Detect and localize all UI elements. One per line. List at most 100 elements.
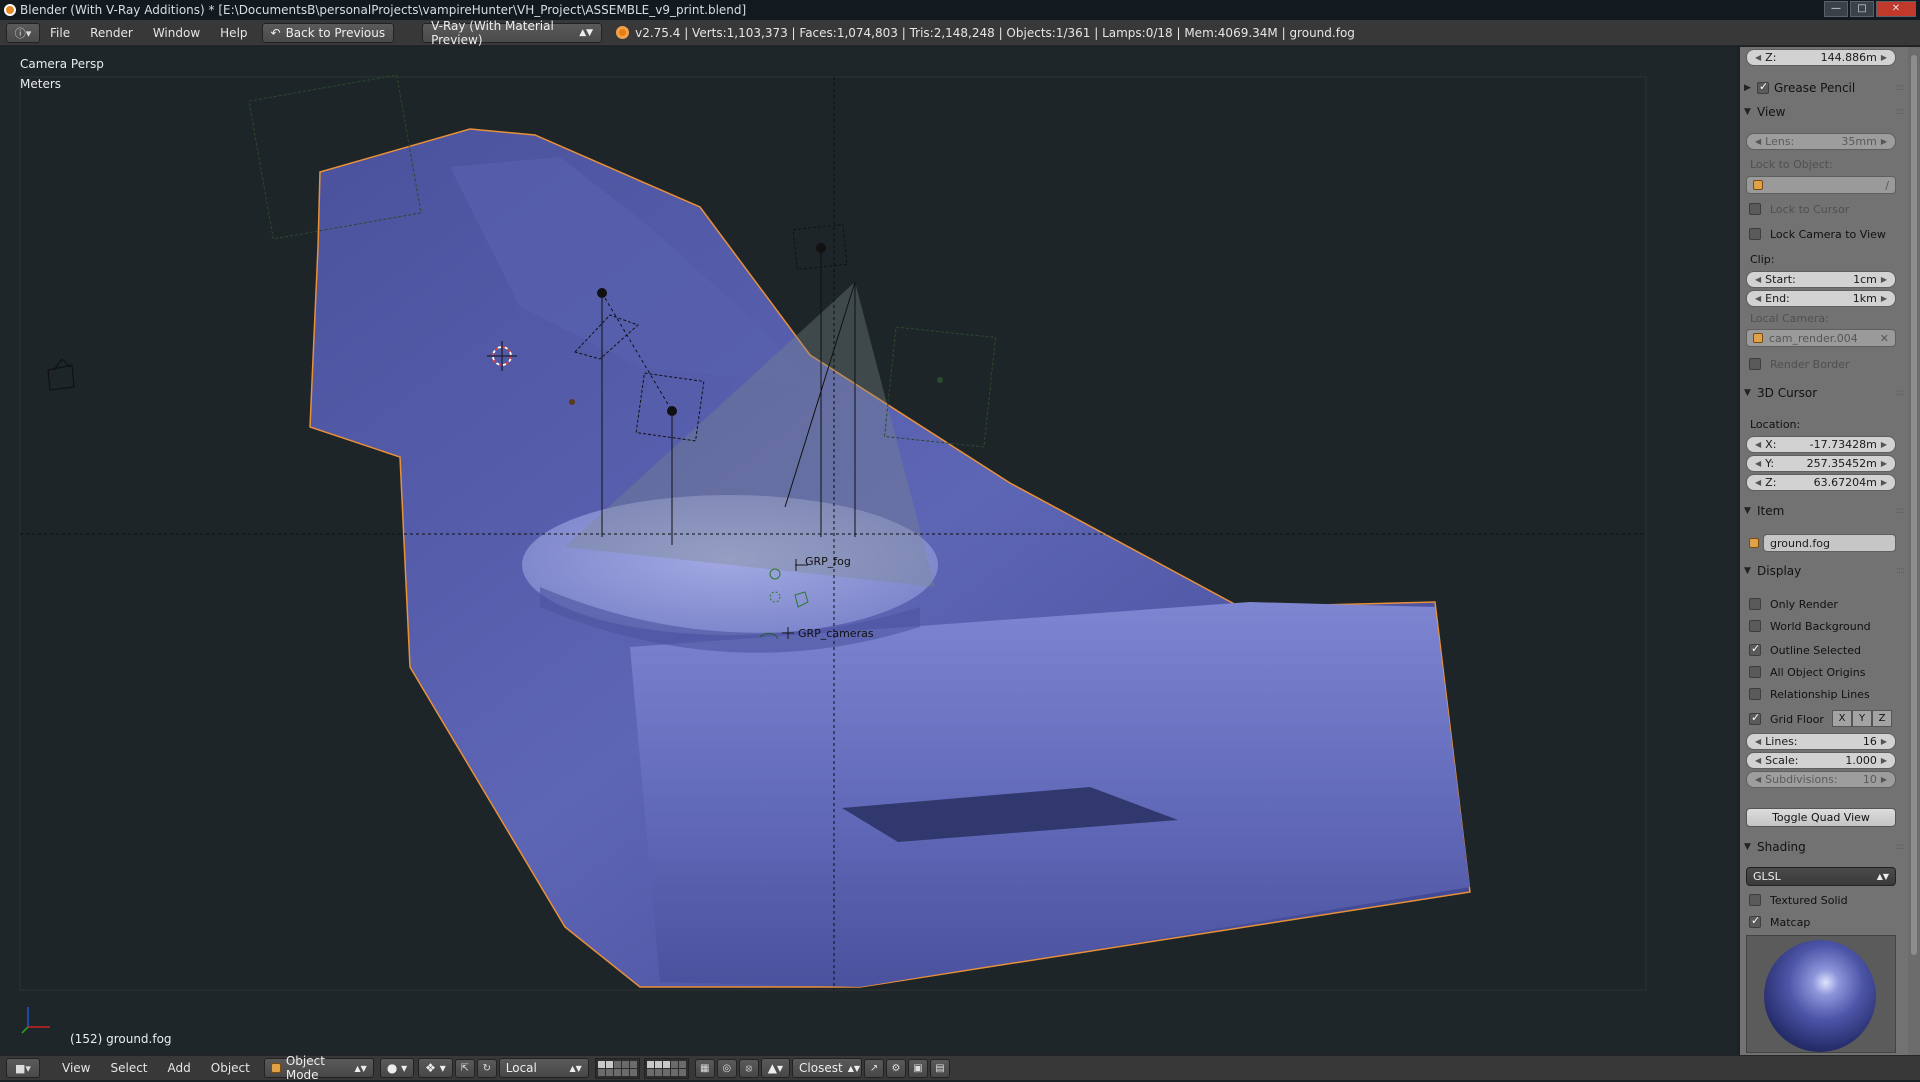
section-3d-cursor[interactable]: ▼ 3D Cursor :::: <box>1744 383 1905 403</box>
layer-button[interactable] <box>597 1060 605 1068</box>
drag-grip-icon[interactable]: :::: <box>1896 83 1905 93</box>
all-object-origins-checkbox[interactable] <box>1749 666 1761 678</box>
lock-to-cursor-row[interactable]: Lock to Cursor <box>1749 201 1849 217</box>
render-engine-select[interactable]: V-Ray (With Material Preview) ▲▼ <box>422 19 603 47</box>
cursor-y-field[interactable]: ◀ Y: 257.35452m ▶ <box>1746 455 1896 472</box>
layer-button[interactable] <box>670 1060 678 1068</box>
layer-button[interactable] <box>662 1068 670 1076</box>
layer-button[interactable] <box>670 1068 678 1076</box>
3d-viewport[interactable]: Camera Persp Meters GRP_fog GRP_cameras … <box>0 47 1737 1055</box>
textured-solid-row[interactable]: Textured Solid <box>1749 892 1848 908</box>
all-object-origins-row[interactable]: All Object Origins <box>1749 664 1865 680</box>
only-render-row[interactable]: Only Render <box>1749 596 1838 612</box>
editor-type-selector[interactable]: ⓘ▾ <box>6 22 40 43</box>
menu-help[interactable]: Help <box>210 20 257 46</box>
layer-button[interactable] <box>654 1068 662 1076</box>
opengl-render-button[interactable]: ▣ <box>908 1058 929 1078</box>
layer-button[interactable] <box>678 1060 686 1068</box>
snap-project-button[interactable]: ⚙ <box>886 1058 907 1078</box>
item-name-field[interactable]: ground.fog <box>1763 534 1896 552</box>
layer-buttons-1[interactable] <box>594 1057 640 1079</box>
layer-button[interactable] <box>646 1060 654 1068</box>
clip-end-field[interactable]: ◀ End: 1km ▶ <box>1746 290 1896 307</box>
render-layer-button[interactable]: ▦ <box>694 1058 715 1078</box>
drag-grip-icon[interactable]: :::: <box>1896 506 1905 516</box>
relationship-lines-row[interactable]: Relationship Lines <box>1749 686 1870 702</box>
local-camera-field[interactable]: cam_render.004 ✕ <box>1746 329 1896 347</box>
close-button[interactable]: ✕ <box>1876 1 1916 17</box>
lens-field[interactable]: ◀ Lens: 35mm ▶ <box>1746 133 1896 150</box>
manipulator-toggle[interactable]: ⇱ <box>454 1058 475 1078</box>
only-render-checkbox[interactable] <box>1749 598 1761 610</box>
viewport-shading-selector[interactable]: ● ▾ <box>379 1058 415 1078</box>
render-border-checkbox[interactable] <box>1749 358 1761 370</box>
snap-toggle-button[interactable]: ⦻ <box>738 1058 759 1078</box>
layer-button[interactable] <box>629 1060 637 1068</box>
menu-object[interactable]: Object <box>201 1055 260 1081</box>
layer-button[interactable] <box>597 1068 605 1076</box>
minimize-button[interactable]: — <box>1824 1 1848 17</box>
grid-subdivisions-field[interactable]: ◀ Subdivisions: 10 ▶ <box>1746 771 1896 788</box>
menu-select[interactable]: Select <box>100 1055 157 1081</box>
grid-floor-row[interactable]: Grid Floor <box>1749 711 1824 727</box>
relationship-lines-checkbox[interactable] <box>1749 688 1761 700</box>
grid-lines-field[interactable]: ◀ Lines: 16 ▶ <box>1746 733 1896 750</box>
layer-button[interactable] <box>646 1068 654 1076</box>
section-item[interactable]: ▼ Item :::: <box>1744 501 1905 521</box>
layer-button[interactable] <box>621 1060 629 1068</box>
transform-orientation-icon-button[interactable]: ↻ <box>476 1058 497 1078</box>
layer-button[interactable] <box>605 1068 613 1076</box>
textured-solid-checkbox[interactable] <box>1749 894 1761 906</box>
layer-button[interactable] <box>629 1068 637 1076</box>
drag-grip-icon[interactable]: :::: <box>1896 842 1905 852</box>
grid-scale-field[interactable]: ◀ Scale: 1.000 ▶ <box>1746 752 1896 769</box>
menu-view[interactable]: View <box>52 1055 100 1081</box>
outline-selected-row[interactable]: Outline Selected <box>1749 642 1861 658</box>
mode-selector[interactable]: Object Mode ▲▼ <box>263 1054 374 1082</box>
cursor-z-field-2[interactable]: ◀ Z: 63.67204m ▶ <box>1746 474 1896 491</box>
world-background-checkbox[interactable] <box>1749 620 1761 632</box>
drag-grip-icon[interactable]: :::: <box>1896 388 1905 398</box>
shading-mode-dropdown[interactable]: GLSL ▲▼ <box>1746 867 1896 886</box>
matcap-preview[interactable] <box>1746 935 1896 1053</box>
proportional-edit-button[interactable]: ◎ <box>716 1058 737 1078</box>
section-display[interactable]: ▼ Display :::: <box>1744 561 1905 581</box>
matcap-checkbox[interactable] <box>1749 914 1761 928</box>
axis-x-toggle[interactable]: X <box>1832 710 1852 727</box>
snap-target-selector[interactable]: Closest ▲▼ <box>792 1058 863 1078</box>
editor-type-selector-3d[interactable]: ■▾ <box>6 1058 40 1078</box>
layer-button[interactable] <box>613 1068 621 1076</box>
opengl-animation-button[interactable]: ▤ <box>930 1058 951 1078</box>
axis-z-toggle[interactable]: Z <box>1872 710 1892 727</box>
snap-element-selector[interactable]: ▲▾ <box>760 1058 791 1078</box>
layer-buttons-2[interactable] <box>643 1057 689 1079</box>
render-border-row[interactable]: Render Border <box>1749 356 1850 372</box>
menu-render[interactable]: Render <box>80 20 143 46</box>
snap-align-rotation-button[interactable]: ↗ <box>864 1058 885 1078</box>
drag-grip-icon[interactable]: :::: <box>1896 566 1905 576</box>
axis-y-toggle[interactable]: Y <box>1852 710 1872 727</box>
toggle-quad-view-button[interactable]: Toggle Quad View <box>1746 808 1896 827</box>
matcap-row[interactable]: Matcap <box>1749 914 1810 930</box>
eyedropper-icon[interactable]: ∕ <box>1885 179 1889 192</box>
lock-camera-to-view-row[interactable]: Lock Camera to View <box>1749 226 1886 242</box>
scrollbar-thumb[interactable] <box>1911 55 1917 955</box>
grease-pencil-checkbox[interactable] <box>1757 80 1769 94</box>
lock-to-cursor-checkbox[interactable] <box>1749 203 1761 215</box>
cursor-z-field[interactable]: ◀ Z: 144.886m ▶ <box>1746 49 1896 66</box>
section-shading[interactable]: ▼ Shading :::: <box>1744 837 1905 857</box>
sidebar-scrollbar[interactable] <box>1908 47 1920 1055</box>
outline-selected-checkbox[interactable] <box>1749 642 1761 656</box>
layer-button[interactable] <box>654 1060 662 1068</box>
world-background-row[interactable]: World Background <box>1749 618 1871 634</box>
layer-button[interactable] <box>605 1060 613 1068</box>
layer-button[interactable] <box>678 1068 686 1076</box>
layer-button[interactable] <box>621 1068 629 1076</box>
pivot-point-selector[interactable]: ❖ ▾ <box>418 1058 453 1078</box>
clear-x-icon[interactable]: ✕ <box>1880 332 1889 345</box>
section-view[interactable]: ▼ View :::: <box>1744 102 1905 122</box>
clip-start-field[interactable]: ◀ Start: 1cm ▶ <box>1746 271 1896 288</box>
cursor-x-field[interactable]: ◀ X: -17.73428m ▶ <box>1746 436 1896 453</box>
grid-floor-checkbox[interactable] <box>1749 711 1761 725</box>
back-to-previous-button[interactable]: ↶ Back to Previous <box>261 22 395 43</box>
